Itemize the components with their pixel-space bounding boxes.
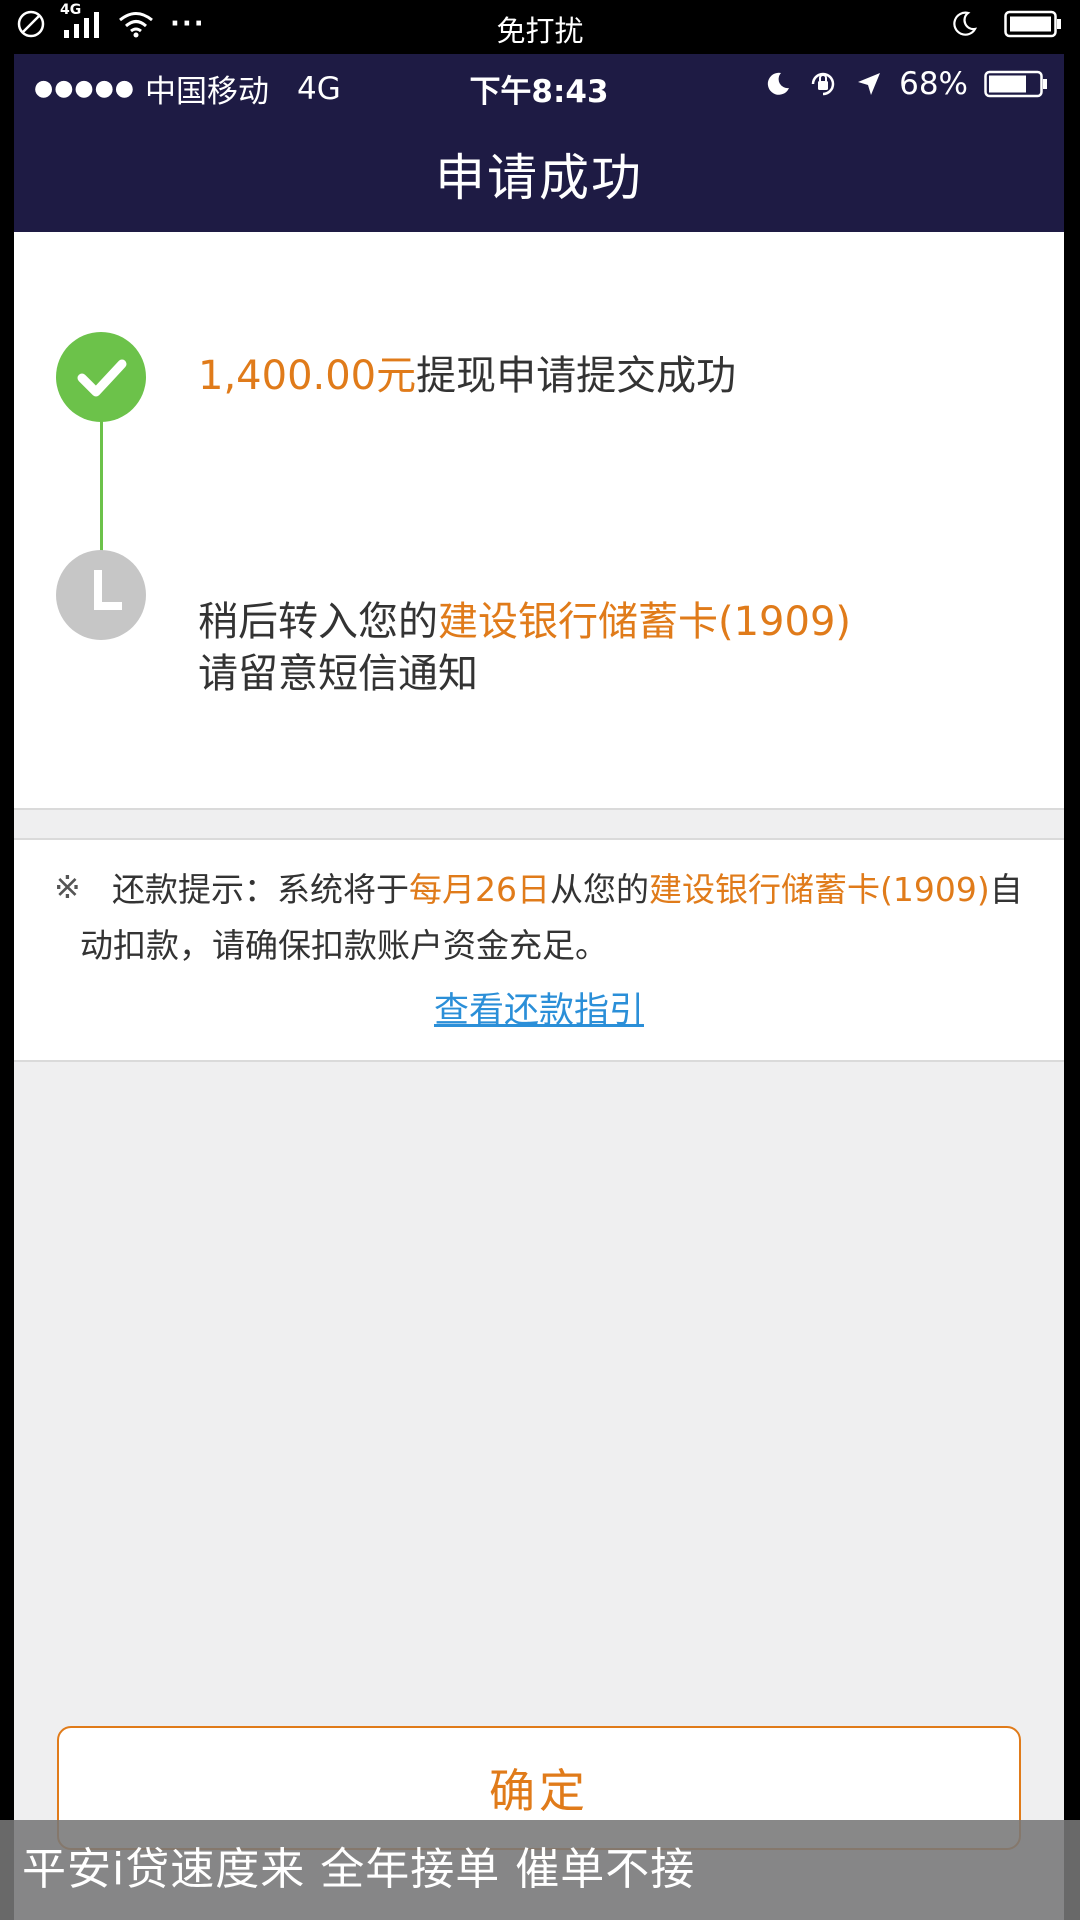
- bank-card: 建设银行储蓄卡(1909): [438, 599, 852, 645]
- app-header: ●●●●● 中国移动 4G 下午8:43 68% 申请成功: [14, 54, 1064, 232]
- transfer-line-1: 稍后转入您的建设银行储蓄卡(1909): [198, 596, 851, 648]
- page-title: 申请成功: [435, 149, 643, 207]
- tip-bank-card: 建设银行储蓄卡(1909): [649, 870, 990, 909]
- caption-overlay: 平安i贷速度来 全年接单 催单不接: [0, 1820, 1080, 1920]
- ios-status-right: 68%: [765, 66, 1050, 102]
- tip-text: 还款提示：系统将于每月26日从您的建设银行储蓄卡(1909)自动扣款，请确保扣款…: [80, 862, 1030, 974]
- phone-screen: ●●●●● 中国移动 4G 下午8:43 68% 申请成功 1,400.00元提…: [14, 54, 1064, 1920]
- note-mark-icon: ※: [54, 868, 81, 906]
- battery-percent: 68%: [899, 66, 968, 102]
- tip-mid: 从您的: [550, 870, 649, 909]
- ios-status-bar: ●●●●● 中国移动 4G 下午8:43 68%: [14, 54, 1064, 114]
- moon-icon: [953, 11, 978, 36]
- transfer-prefix: 稍后转入您的: [198, 599, 438, 645]
- repayment-guide-link[interactable]: 查看还款指引: [14, 982, 1064, 1033]
- location-arrow-icon: [858, 73, 881, 95]
- tip-label: 还款提示：系统将于: [112, 870, 409, 909]
- step-submitted-text: 提现申请提交成功: [416, 353, 737, 399]
- rotation-lock-icon: [811, 72, 835, 96]
- withdraw-amount: 1,400.00元: [198, 353, 417, 399]
- checkmark-icon: [56, 332, 146, 422]
- system-status-bar: 4G ··· 免打扰: [0, 0, 1080, 54]
- clock-icon: [56, 550, 146, 640]
- dnd-label: 免打扰: [496, 14, 584, 48]
- step-connector: [100, 420, 103, 552]
- step-submitted: 1,400.00元提现申请提交成功: [198, 350, 736, 402]
- step-transfer: 稍后转入您的建设银行储蓄卡(1909) 请留意短信通知: [198, 596, 851, 700]
- repayment-tip: ※ 还款提示：系统将于每月26日从您的建设银行储蓄卡(1909)自动扣款，请确保…: [14, 838, 1064, 1062]
- battery-icon: [1004, 10, 1061, 38]
- moon-icon: [767, 72, 790, 95]
- repayment-date: 每月26日: [409, 870, 550, 909]
- transfer-line-2: 请留意短信通知: [198, 651, 478, 697]
- progress-steps: 1,400.00元提现申请提交成功 稍后转入您的建设银行储蓄卡(1909) 请留…: [14, 232, 1064, 810]
- battery-icon: [984, 70, 1047, 98]
- status-right: [950, 10, 1062, 38]
